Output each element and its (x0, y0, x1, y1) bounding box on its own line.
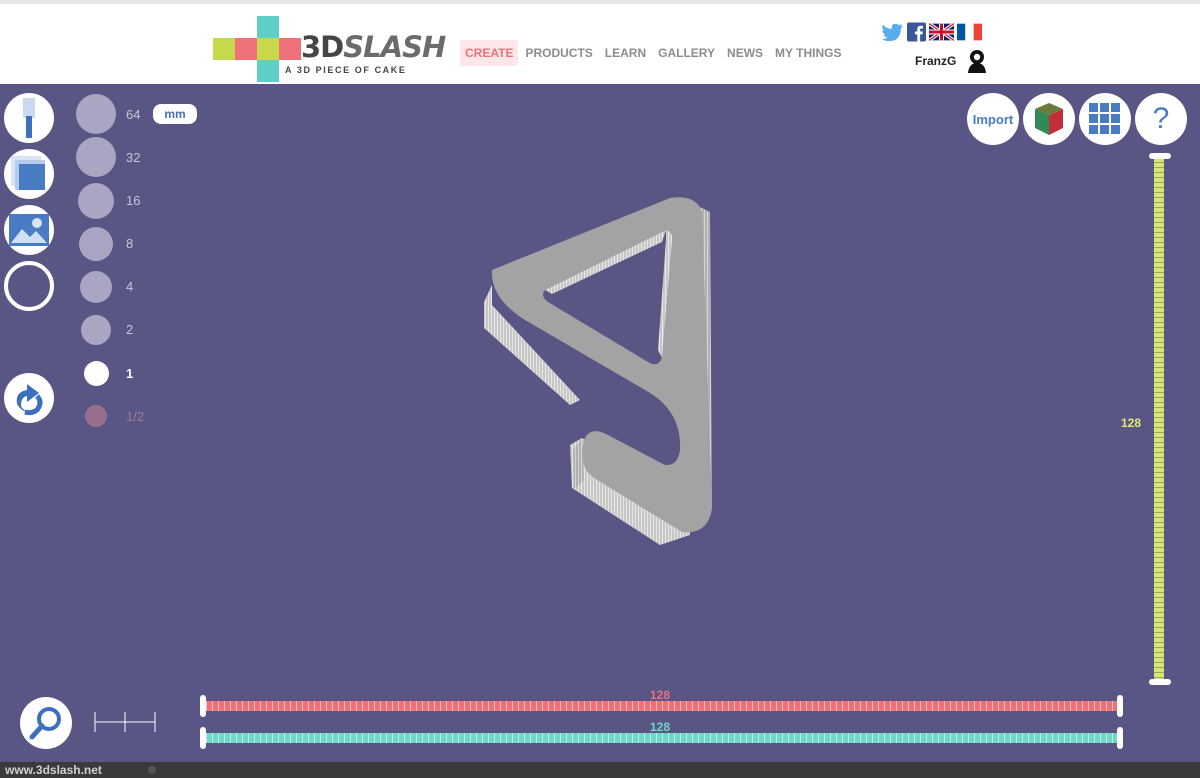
size-option-1[interactable] (76, 353, 116, 393)
image-icon (9, 214, 49, 246)
y-slider-right-handle[interactable] (1117, 727, 1123, 749)
size-option-8[interactable] (76, 224, 116, 264)
undo-tool-button[interactable] (4, 373, 54, 423)
image-tool-button[interactable] (4, 205, 54, 255)
x-slider-ticks (206, 701, 1118, 711)
facebook-icon[interactable] (907, 22, 926, 42)
help-label: ? (1152, 102, 1170, 135)
hammer-icon (23, 98, 35, 138)
size-dot-selected (84, 361, 109, 386)
y-slider-value: 128 (650, 720, 671, 734)
color-cube-icon (1035, 103, 1063, 135)
magnifier-icon (29, 707, 61, 740)
size-dot (76, 137, 116, 177)
color-cube-button[interactable] (1023, 93, 1075, 145)
hammer-tool-button[interactable] (4, 93, 54, 143)
x-slider-right-handle[interactable] (1117, 695, 1123, 717)
status-url: www.3dslash.net (5, 763, 102, 777)
logo-square (257, 38, 279, 60)
y-slider-ticks (206, 733, 1118, 743)
twitter-icon[interactable] (882, 22, 904, 42)
size-label-16: 16 (126, 193, 141, 208)
logo-suffix: SLASH (343, 30, 446, 64)
size-option-4[interactable] (76, 267, 116, 307)
model-top-face (491, 197, 712, 533)
zoom-slider[interactable] (93, 708, 157, 736)
x-slider[interactable] (206, 701, 1118, 711)
zoom-button[interactable] (20, 697, 72, 749)
size-dot (76, 94, 116, 134)
logo[interactable]: 3DSLASH A 3D PIECE OF CAKE (213, 16, 446, 82)
top-header: 3DSLASH A 3D PIECE OF CAKE CREATE PRODUC… (0, 0, 1200, 84)
size-label-32: 32 (126, 150, 141, 165)
size-option-32[interactable] (76, 137, 116, 177)
size-label-64: 64 (126, 107, 141, 122)
undo-icon (16, 384, 43, 416)
logo-square (235, 38, 257, 60)
size-option-64[interactable] (76, 94, 116, 134)
x-slider-value: 128 (650, 688, 671, 702)
size-option-16[interactable] (76, 181, 116, 221)
height-slider-top-handle[interactable] (1149, 153, 1171, 159)
france-flag-icon[interactable] (957, 22, 982, 42)
x-slider-left-handle[interactable] (200, 695, 206, 717)
size-dot (78, 183, 114, 219)
uk-flag-icon[interactable] (929, 22, 954, 42)
color-ring-tool-button[interactable] (4, 261, 54, 311)
logo-square (279, 38, 301, 60)
size-dot (80, 271, 112, 303)
height-slider-bottom-handle[interactable] (1149, 679, 1171, 685)
height-slider[interactable] (1154, 157, 1164, 683)
logo-tagline: A 3D PIECE OF CAKE (285, 65, 407, 75)
import-label: Import (972, 111, 1014, 127)
y-slider-left-handle[interactable] (200, 727, 206, 749)
logo-square (257, 60, 279, 82)
nav-my-things[interactable]: MY THINGS (770, 40, 846, 66)
nav-products[interactable]: PRODUCTS (520, 40, 597, 66)
import-button[interactable]: Import (967, 93, 1019, 145)
nav-gallery[interactable]: GALLERY (653, 40, 720, 66)
size-label-4: 4 (126, 279, 134, 294)
logo-square (213, 38, 235, 60)
height-slider-value: 128 (1121, 416, 1142, 430)
box-icon (11, 156, 45, 190)
size-option-half[interactable] (76, 396, 116, 436)
size-dot (85, 405, 107, 427)
username: FranzG (915, 54, 957, 68)
size-dot (79, 227, 113, 261)
social-links (882, 22, 982, 42)
size-dot (81, 315, 111, 345)
size-option-2[interactable] (76, 310, 116, 350)
user-avatar-icon (968, 50, 987, 73)
nav-learn[interactable]: LEARN (600, 40, 651, 66)
status-indicator (148, 766, 156, 774)
height-slider-ticks (1154, 157, 1164, 683)
size-label-2: 2 (126, 322, 134, 337)
size-label-8: 8 (126, 236, 134, 251)
help-button[interactable]: ? (1135, 93, 1187, 145)
box-tool-button[interactable] (4, 149, 54, 199)
logo-wordmark: 3DSLASH (301, 30, 446, 64)
nav-create[interactable]: CREATE (460, 40, 519, 66)
grid-view-button[interactable] (1079, 93, 1131, 145)
size-label-1: 1 (126, 366, 134, 381)
main-nav: CREATE PRODUCTS LEARN GALLERY NEWS MY TH… (460, 40, 848, 66)
size-label-half: 1/2 (126, 409, 145, 424)
y-slider[interactable] (206, 733, 1118, 743)
3d-model-viewport[interactable] (470, 190, 730, 555)
grid-icon (1089, 103, 1120, 134)
browser-status-bar: www.3dslash.net (0, 762, 1200, 778)
logo-prefix: 3D (301, 30, 344, 64)
logo-square (257, 16, 279, 38)
user-menu[interactable]: FranzG (915, 49, 988, 73)
unit-toggle[interactable]: mm (153, 104, 197, 124)
nav-news[interactable]: NEWS (722, 40, 768, 66)
